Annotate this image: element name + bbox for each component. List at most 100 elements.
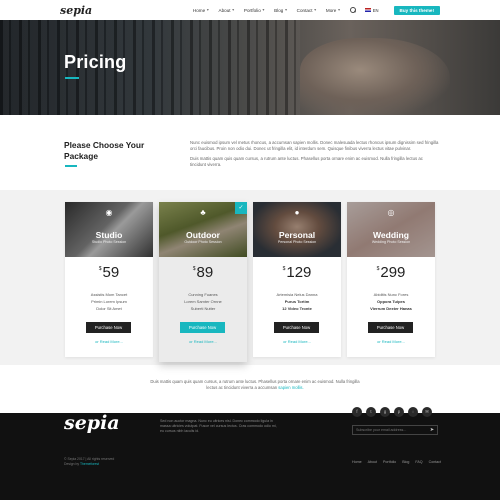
chevron-down-icon: ▼ xyxy=(261,8,266,12)
footer-logo[interactable]: sepia xyxy=(64,412,120,434)
newsletter-form: ➤ xyxy=(352,425,438,435)
read-more-link[interactable]: or Read More... xyxy=(347,339,435,344)
package-name: Wedding xyxy=(372,230,410,240)
email-icon[interactable]: ✉ xyxy=(422,407,432,417)
footer-link-blog[interactable]: Blog xyxy=(402,460,409,464)
feature-item: Oppora Tuipes xyxy=(377,299,405,304)
nav-more[interactable]: More ▼ xyxy=(326,8,341,13)
main-menu: Home ▼ About ▼ Portfolio ▼ Blog ▼ Contact ▼ M… xyxy=(193,5,440,15)
tree-icon: ♣ xyxy=(200,208,206,217)
flag-icon xyxy=(364,8,371,12)
design-credit-label: Design by xyxy=(64,462,80,466)
feature-item: Vierrum Dexter Hanas xyxy=(370,306,412,311)
price-value: 59 xyxy=(102,264,120,281)
nav-contact[interactable]: Contact ▼ xyxy=(297,8,317,13)
section-title-underline xyxy=(65,165,77,167)
feature-item: Assistis Mom Tancet xyxy=(90,292,128,297)
currency-symbol: $ xyxy=(282,266,286,272)
footer-about-text: Sed non auctor magna. Nunc eu ultrices n… xyxy=(160,419,277,433)
currency-symbol: $ xyxy=(192,266,196,272)
bottom-description-link[interactable]: sapien mollis. xyxy=(278,385,303,390)
footer-link-about[interactable]: About xyxy=(368,460,377,464)
facebook-icon[interactable]: f xyxy=(352,407,362,417)
package-subtitle: Personal Photo Session xyxy=(277,240,317,244)
theme-author-link[interactable]: Themeforest xyxy=(80,462,99,466)
package-subtitle: Wedding Photo Session xyxy=(371,240,411,244)
chevron-down-icon: ▼ xyxy=(313,8,317,12)
package-name: Personal xyxy=(278,230,316,240)
dribbble-icon[interactable]: ◌ xyxy=(408,407,418,417)
feature-item: Abiditis Nunc Fores xyxy=(373,292,409,297)
footer-link-faq[interactable]: FAQ xyxy=(415,460,422,464)
package-subtitle: Outdoor Photo Session xyxy=(184,240,222,244)
nav-home-label: Home xyxy=(192,7,206,13)
section-title: Please Choose Your Package xyxy=(64,140,145,161)
design-credit: Design by Themeforest xyxy=(64,462,184,467)
search-icon[interactable] xyxy=(349,7,356,13)
chevron-down-icon: ▼ xyxy=(206,8,210,12)
footer-link-home[interactable]: Home xyxy=(352,460,362,464)
thumbs-up-icon: ✓ xyxy=(235,202,247,214)
pricing-card-wedding: ◎ Wedding Wedding Photo Session $299 Abi… xyxy=(347,202,435,357)
newsletter-email-input[interactable] xyxy=(353,428,427,432)
price-value: 89 xyxy=(196,264,214,281)
chevron-down-icon: ▼ xyxy=(337,8,341,12)
price-value: 129 xyxy=(286,264,312,281)
camera-icon: ◉ xyxy=(105,208,113,217)
nav-home[interactable]: Home ▼ xyxy=(193,8,210,13)
rings-icon: ◎ xyxy=(387,208,395,217)
send-icon[interactable]: ➤ xyxy=(427,427,437,433)
bottom-description: Duis mattis quam quis quam cursus, a rut… xyxy=(150,379,360,391)
pricing-card-outdoor: ✓ ♣ Outdoor Outdoor Photo Session $89 Cu… xyxy=(159,202,247,362)
feature-item: Purus Tortim xyxy=(284,299,310,304)
logo[interactable]: sepia xyxy=(60,4,92,17)
feature-item: Artemisia Nelus Danna xyxy=(276,292,318,297)
package-price: $59 xyxy=(65,264,153,281)
intro-paragraph-2: Duis mattis quam quis quam cursus, a rut… xyxy=(190,156,423,167)
twitter-icon[interactable]: t xyxy=(366,407,376,417)
read-more-link[interactable]: or Read More... xyxy=(159,339,247,344)
pricing-cards: ◉ Studio Studio Photo Session $59 Assist… xyxy=(65,202,436,362)
nav-blog-label: Blog xyxy=(274,7,284,13)
currency-symbol: $ xyxy=(98,266,102,272)
copyright: © Sepia 2017 | All rights reserved Desig… xyxy=(64,457,184,467)
top-navigation: sepia Home ▼ About ▼ Portfolio ▼ Blog ▼ Cont… xyxy=(0,0,500,20)
hero-background-image xyxy=(0,20,300,115)
feature-item: Primin Lorem Ipsum xyxy=(91,299,127,304)
purchase-button[interactable]: Purchase Now xyxy=(368,322,413,333)
bottom-description-text: Duis mattis quam quis quam cursus, a rut… xyxy=(150,379,360,390)
buy-theme-button[interactable]: Buy this theme! xyxy=(393,5,440,15)
purchase-button[interactable]: Purchase Now xyxy=(274,322,319,333)
google-plus-icon[interactable]: g xyxy=(380,407,390,417)
package-subtitle: Studio Photo Session xyxy=(91,240,127,244)
footer-link-contact[interactable]: Contact xyxy=(429,460,441,464)
package-price: $129 xyxy=(253,264,341,281)
purchase-button[interactable]: Purchase Now xyxy=(86,322,131,333)
pinterest-icon[interactable]: p xyxy=(394,407,404,417)
read-more-link[interactable]: or Read More... xyxy=(253,339,341,344)
hero-banner: Pricing xyxy=(0,20,500,115)
nav-more-label: More xyxy=(325,7,337,13)
package-price: $89 xyxy=(159,264,247,281)
chevron-down-icon: ▼ xyxy=(231,8,235,12)
footer-link-portfolio[interactable]: Portfolio xyxy=(383,460,396,464)
user-icon: ● xyxy=(294,208,300,217)
title-underline xyxy=(65,77,79,79)
pricing-card-personal: ● Personal Personal Photo Session $129 A… xyxy=(253,202,341,357)
package-price: $299 xyxy=(347,264,435,281)
nav-about[interactable]: About ▼ xyxy=(219,8,235,13)
purchase-button[interactable]: Purchase Now xyxy=(180,322,225,333)
language-label: EN xyxy=(372,7,379,13)
nav-about-label: About xyxy=(218,7,231,13)
nav-contact-label: Contact xyxy=(296,7,313,13)
hero-hands-image xyxy=(300,38,450,115)
nav-portfolio[interactable]: Portfolio ▼ xyxy=(244,8,265,13)
feature-item: Lorem Samter Ornne xyxy=(184,299,222,304)
read-more-link[interactable]: or Read More... xyxy=(65,339,153,344)
feature-item: Cunning Fuanes xyxy=(188,292,218,297)
feature-item: Suberti Nutter xyxy=(190,306,216,311)
language-switcher[interactable]: EN xyxy=(364,7,379,13)
page-title: Pricing xyxy=(64,52,127,72)
package-name: Outdoor xyxy=(186,230,220,240)
nav-blog[interactable]: Blog ▼ xyxy=(274,8,288,13)
